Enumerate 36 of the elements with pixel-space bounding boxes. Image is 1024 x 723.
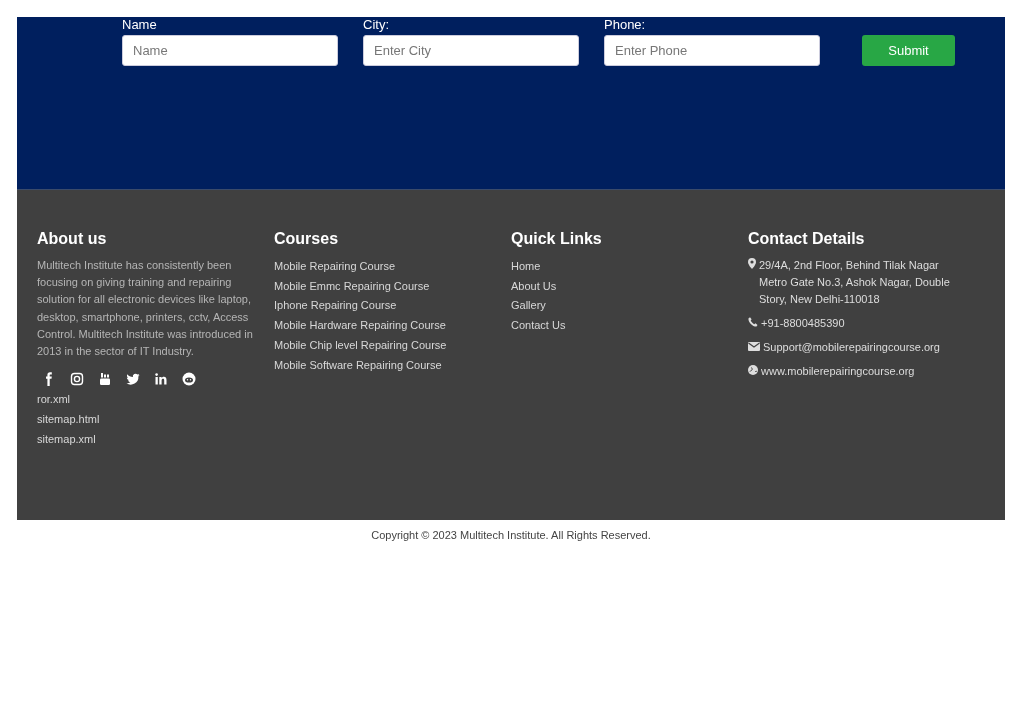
course-link[interactable]: Mobile Emmc Repairing Course <box>274 276 430 297</box>
contact-text: +91-8800485390 <box>761 316 845 331</box>
field-label: City: <box>363 17 390 32</box>
course-link[interactable]: Iphone Repairing Course <box>274 296 397 317</box>
instagram-icon[interactable] <box>70 372 84 387</box>
course-link[interactable]: Mobile Chip level Repairing Course <box>274 335 447 356</box>
phone-icon <box>748 317 758 327</box>
footer-link[interactable]: sitemap.html <box>37 409 100 430</box>
footer-link[interactable]: ror.xml <box>37 390 70 410</box>
about-text: Multitech Institute has consistently been focusing on giving training and repairing solution for all electronic devices like laptop, desktop, smartphone, printers, cctv, Access Control. Multitech Institute was introduced in 2013 in the sector of IT Industry. <box>37 258 254 359</box>
quick-link[interactable]: Home <box>511 257 541 277</box>
bird-icon[interactable] <box>126 372 140 387</box>
envelope-icon <box>748 342 760 351</box>
column-heading: Quick Links <box>511 230 602 248</box>
globe-icon <box>748 365 758 375</box>
map-pin-icon <box>748 258 756 269</box>
copyright-text: Copyright © 2023 Multitech Institute. All Rights Reserved. <box>370 529 652 541</box>
input-field[interactable]: Name <box>122 35 338 66</box>
column-heading: About us <box>37 230 107 248</box>
footer-link[interactable]: sitemap.xml <box>37 429 96 450</box>
input-field[interactable]: Enter City <box>363 35 579 66</box>
field-label: Phone: <box>604 17 647 32</box>
quick-link[interactable]: About Us <box>511 276 557 297</box>
contact-text: 29/4A, 2nd Floor, Behind Tilak Nagar Metro Gate No.3, Ashok Nagar, Double Story, New Delhi-110018 <box>759 258 951 307</box>
column-heading: Courses <box>274 230 339 248</box>
course-link[interactable]: Mobile Repairing Course <box>274 257 396 277</box>
course-link[interactable]: Mobile Software Repairing Course <box>274 355 442 376</box>
contact-text: Support@mobilerepairingcourse.org <box>763 340 940 355</box>
field-label: Name <box>122 17 158 32</box>
input-field[interactable]: Enter Phone <box>604 35 820 66</box>
course-link[interactable]: Mobile Hardware Repairing Course <box>274 316 446 336</box>
linkedin-icon[interactable] <box>154 372 168 387</box>
quick-link[interactable]: Contact Us <box>511 316 566 336</box>
column-heading: Contact Details <box>748 230 865 248</box>
contact-text: www.mobilerepairingcourse.org <box>761 364 915 379</box>
quick-link[interactable]: Gallery <box>511 296 546 317</box>
